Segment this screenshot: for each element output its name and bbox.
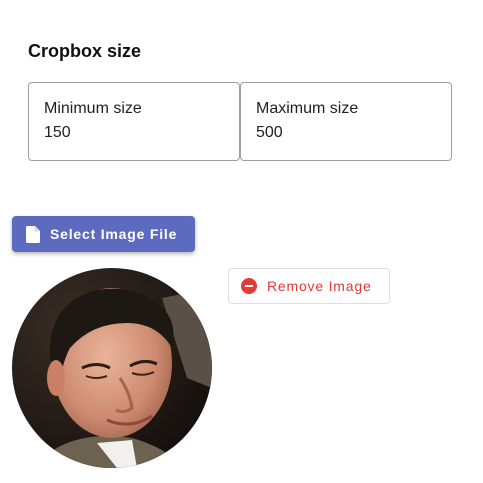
cropbox-page: Cropbox size Minimum size 150 Maximum si… bbox=[0, 0, 483, 483]
remove-image-button[interactable]: Remove Image bbox=[228, 268, 390, 304]
minimum-size-field[interactable]: Minimum size 150 bbox=[28, 82, 240, 161]
remove-circle-icon bbox=[241, 278, 257, 294]
maximum-size-field[interactable]: Maximum size 500 bbox=[240, 82, 452, 161]
maximum-size-input[interactable]: 500 bbox=[256, 124, 283, 142]
maximum-size-label: Maximum size bbox=[256, 100, 359, 117]
file-icon bbox=[26, 225, 40, 243]
select-image-button[interactable]: Select Image File bbox=[12, 216, 195, 252]
minimum-size-label: Minimum size bbox=[44, 100, 142, 117]
minimum-size-input[interactable]: 150 bbox=[44, 124, 71, 142]
section-title: Cropbox size bbox=[28, 41, 142, 61]
portrait-photo bbox=[12, 268, 212, 468]
remove-image-label: Remove Image bbox=[267, 278, 372, 294]
select-image-label: Select Image File bbox=[50, 226, 178, 242]
cropped-image-preview bbox=[12, 268, 212, 468]
